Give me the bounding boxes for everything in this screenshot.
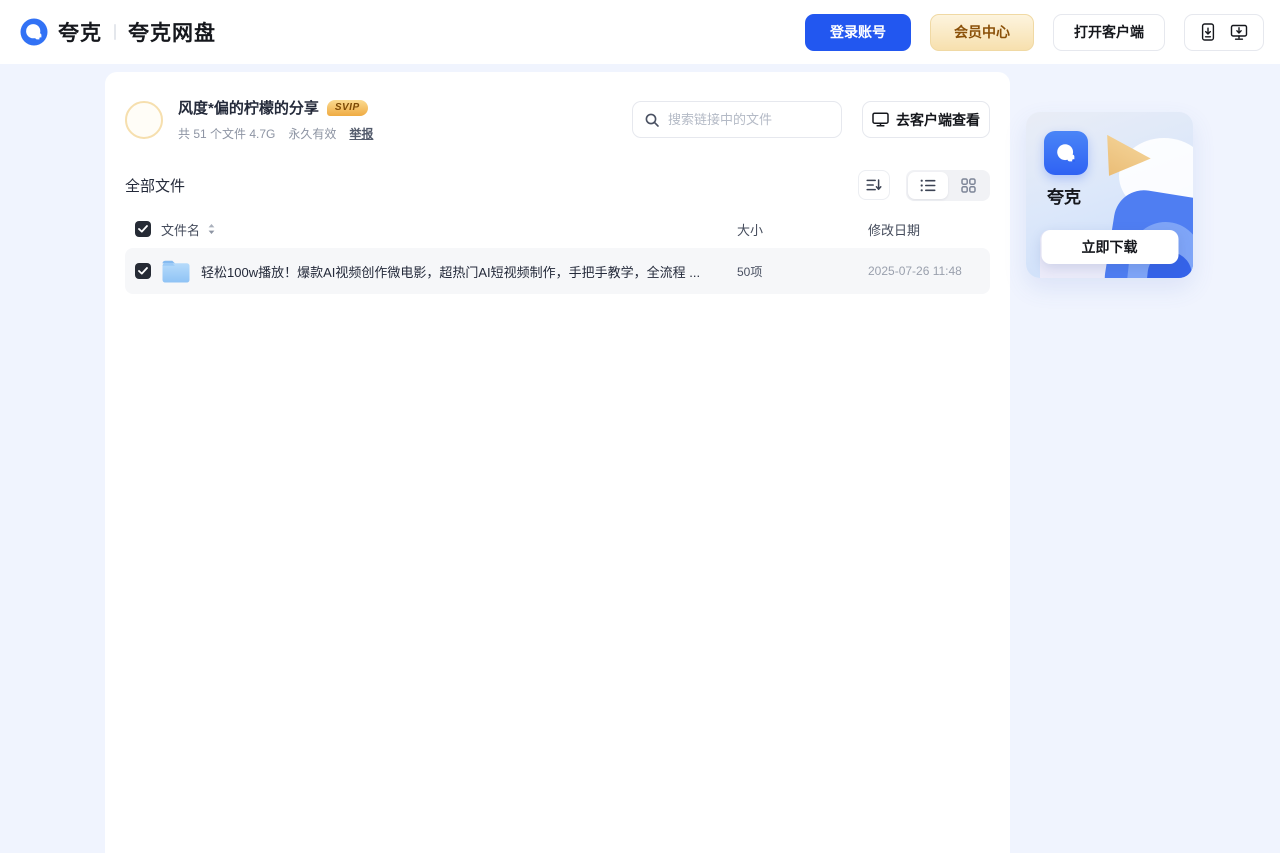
share-info: 风度*偏的柠檬的分享 SVIP 共 51 个文件 4.7G 永久有效 举报 (178, 97, 373, 142)
report-link[interactable]: 举报 (349, 125, 373, 142)
desktop-download-icon[interactable] (1230, 24, 1248, 41)
column-name-label: 文件名 (161, 222, 201, 238)
file-name-cell: 轻松100w播放！爆款AI视频创作微电影，超热门AI短视频制作，手把手教学，全流… (135, 259, 737, 284)
login-button[interactable]: 登录账号 (805, 13, 911, 51)
view-in-client-button[interactable]: 去客户端查看 (862, 101, 990, 138)
share-file-count: 共 51 个文件 4.7G (178, 127, 276, 141)
open-client-button[interactable]: 打开客户端 (1053, 13, 1165, 51)
file-name-text: 轻松100w播放！爆款AI视频创作微电影，超热门AI短视频制作，手把手教学，全流… (201, 264, 701, 280)
view-tools (858, 169, 990, 201)
all-files-title: 全部文件 (125, 177, 186, 195)
avatar (125, 100, 163, 139)
view-in-client-label: 去客户端查看 (896, 111, 980, 128)
header-actions: 登录账号 会员中心 打开客户端 (805, 13, 1264, 51)
monitor-icon (872, 112, 889, 127)
select-all-checkbox[interactable] (135, 221, 151, 237)
list-view-icon (920, 179, 936, 191)
brand-group: 夸克 夸克网盘 (20, 17, 216, 47)
view-toggle (906, 169, 990, 201)
product-name: 夸克网盘 (128, 22, 216, 45)
row-checkbox[interactable] (135, 263, 151, 279)
sort-icon (866, 179, 882, 191)
column-name-header[interactable]: 文件名 (135, 220, 737, 239)
folder-icon (161, 259, 191, 284)
share-meta: 共 51 个文件 4.7G 永久有效 举报 (178, 125, 373, 142)
share-tools: 去客户端查看 (632, 101, 990, 138)
member-center-button[interactable]: 会员中心 (930, 13, 1034, 51)
share-header: 风度*偏的柠檬的分享 SVIP 共 51 个文件 4.7G 永久有效 举报 搜索… (125, 72, 990, 142)
share-title: 风度*偏的柠檬的分享 (178, 100, 319, 117)
search-input[interactable] (668, 112, 830, 127)
check-icon (138, 267, 148, 275)
file-size-text: 50项 (737, 264, 763, 279)
section-row: 全部文件 (125, 169, 990, 201)
column-date-label: 修改日期 (868, 222, 921, 238)
svip-badge: SVIP (326, 99, 368, 116)
list-view-button[interactable] (908, 171, 948, 199)
quark-logo-icon (20, 18, 48, 46)
file-date-text: 2025-07-26 11:48 (868, 264, 962, 278)
check-icon (138, 225, 148, 233)
quark-app-icon (1044, 131, 1088, 175)
main-panel: 风度*偏的柠檬的分享 SVIP 共 51 个文件 4.7G 永久有效 举报 搜索… (105, 72, 1010, 853)
brand-divider (114, 24, 116, 40)
brand-name: 夸克 (58, 22, 102, 45)
mobile-download-icon[interactable] (1200, 23, 1216, 41)
download-now-button[interactable]: 立即下载 (1041, 230, 1178, 264)
top-header: 夸克 夸克网盘 登录账号 会员中心 打开客户端 (0, 0, 1280, 64)
grid-view-button[interactable] (948, 172, 988, 199)
table-row[interactable]: 轻松100w播放！爆款AI视频创作微电影，超热门AI短视频制作，手把手教学，全流… (125, 248, 990, 294)
share-validity: 永久有效 (288, 127, 337, 141)
promo-app-name: 夸克 (1047, 188, 1081, 207)
table-header: 文件名 大小 修改日期 (125, 214, 990, 244)
app-promo-card: 夸克 立即下载 (1026, 112, 1193, 278)
client-download-group (1184, 13, 1264, 51)
search-box (632, 101, 842, 138)
search-icon (644, 112, 660, 128)
grid-view-icon (960, 177, 976, 193)
column-size-label: 大小 (737, 222, 764, 238)
sort-button[interactable] (858, 170, 890, 200)
sort-carets-icon (207, 223, 216, 235)
